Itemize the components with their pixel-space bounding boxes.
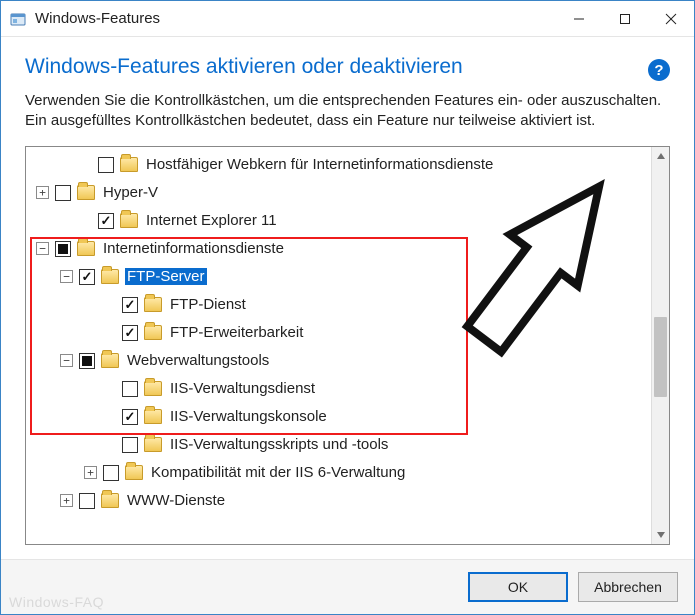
folder-icon	[120, 157, 138, 172]
tree-item-label[interactable]: Hyper-V	[101, 184, 160, 201]
tree-row[interactable]: − Internetinformationsdienste	[26, 235, 651, 263]
content-area: Windows-Features aktivieren oder deaktiv…	[1, 37, 694, 559]
window-title: Windows-Features	[35, 10, 160, 27]
tree-row[interactable]: + WWW-Dienste	[26, 487, 651, 515]
tree-row[interactable]: − Webverwaltungstools	[26, 347, 651, 375]
tree-row[interactable]: FTP-Dienst	[26, 291, 651, 319]
tree-item-label[interactable]: IIS-Verwaltungsskripts und -tools	[168, 436, 390, 453]
close-button[interactable]	[648, 2, 694, 36]
description-text: Verwenden Sie die Kontrollkästchen, um d…	[25, 91, 670, 132]
ok-button[interactable]: OK	[468, 572, 568, 602]
folder-icon	[77, 241, 95, 256]
tree-item-label[interactable]: Internetinformationsdienste	[101, 240, 286, 257]
feature-checkbox[interactable]	[79, 493, 95, 509]
tree-row[interactable]: IIS-Verwaltungskonsole	[26, 403, 651, 431]
app-icon	[9, 10, 27, 28]
tree-item-label[interactable]: FTP-Server	[125, 268, 207, 285]
windows-features-dialog: Windows-Features Windows-Features aktivi…	[0, 0, 695, 615]
tree-item-label[interactable]: FTP-Erweiterbarkeit	[168, 324, 305, 341]
tree-row[interactable]: FTP-Erweiterbarkeit	[26, 319, 651, 347]
feature-checkbox[interactable]	[122, 297, 138, 313]
page-title: Windows-Features aktivieren oder deaktiv…	[25, 55, 648, 79]
feature-checkbox[interactable]	[122, 325, 138, 341]
folder-icon	[144, 297, 162, 312]
expand-icon[interactable]: +	[36, 186, 49, 199]
minimize-button[interactable]	[556, 2, 602, 36]
folder-icon	[144, 409, 162, 424]
tree-item-label[interactable]: Hostfähiger Webkern für Internetinformat…	[144, 156, 495, 173]
expand-icon[interactable]: +	[60, 494, 73, 507]
feature-checkbox[interactable]	[55, 185, 71, 201]
tree-item-label[interactable]: Internet Explorer 11	[144, 212, 279, 229]
tree-row[interactable]: + Hyper-V	[26, 179, 651, 207]
feature-checkbox[interactable]	[122, 381, 138, 397]
feature-checkbox[interactable]	[122, 437, 138, 453]
feature-checkbox[interactable]	[55, 241, 71, 257]
tree-item-label[interactable]: FTP-Dienst	[168, 296, 248, 313]
watermark-text: Windows-FAQ	[9, 594, 104, 610]
tree-item-label[interactable]: IIS-Verwaltungsdienst	[168, 380, 317, 397]
tree-row[interactable]: IIS-Verwaltungsskripts und -tools	[26, 431, 651, 459]
tree-row[interactable]: IIS-Verwaltungsdienst	[26, 375, 651, 403]
folder-icon	[101, 493, 119, 508]
feature-checkbox[interactable]	[103, 465, 119, 481]
folder-icon	[144, 325, 162, 340]
collapse-icon[interactable]: −	[36, 242, 49, 255]
folder-icon	[144, 381, 162, 396]
feature-checkbox[interactable]	[122, 409, 138, 425]
tree-item-label[interactable]: Webverwaltungstools	[125, 352, 271, 369]
help-icon[interactable]: ?	[648, 59, 670, 81]
expand-icon[interactable]: +	[84, 466, 97, 479]
collapse-icon[interactable]: −	[60, 270, 73, 283]
feature-checkbox[interactable]	[98, 157, 114, 173]
titlebar: Windows-Features	[1, 1, 694, 37]
tree-item-label[interactable]: IIS-Verwaltungskonsole	[168, 408, 329, 425]
folder-icon	[101, 269, 119, 284]
tree-row[interactable]: + Kompatibilität mit der IIS 6-Verwaltung	[26, 459, 651, 487]
tree-item-label[interactable]: Kompatibilität mit der IIS 6-Verwaltung	[149, 464, 407, 481]
feature-checkbox[interactable]	[79, 269, 95, 285]
feature-checkbox[interactable]	[98, 213, 114, 229]
cancel-button[interactable]: Abbrechen	[578, 572, 678, 602]
scroll-up-button[interactable]	[652, 147, 669, 165]
tree-row[interactable]: Internet Explorer 11	[26, 207, 651, 235]
folder-icon	[101, 353, 119, 368]
folder-icon	[77, 185, 95, 200]
feature-tree-container: Hostfähiger Webkern für Internetinformat…	[25, 146, 670, 546]
feature-tree[interactable]: Hostfähiger Webkern für Internetinformat…	[26, 147, 651, 545]
folder-icon	[144, 437, 162, 452]
maximize-button[interactable]	[602, 2, 648, 36]
folder-icon	[125, 465, 143, 480]
tree-row[interactable]: Hostfähiger Webkern für Internetinformat…	[26, 151, 651, 179]
scroll-down-button[interactable]	[652, 526, 669, 544]
scroll-thumb[interactable]	[654, 317, 667, 397]
dialog-button-bar: OK Abbrechen	[1, 559, 694, 614]
folder-icon	[120, 213, 138, 228]
feature-checkbox[interactable]	[79, 353, 95, 369]
collapse-icon[interactable]: −	[60, 354, 73, 367]
tree-item-label[interactable]: WWW-Dienste	[125, 492, 227, 509]
tree-row[interactable]: − FTP-Server	[26, 263, 651, 291]
scrollbar[interactable]	[651, 147, 669, 545]
